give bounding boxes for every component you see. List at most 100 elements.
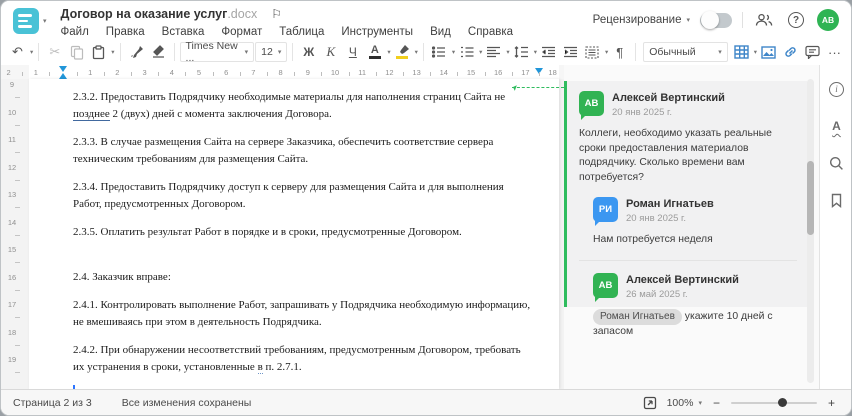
menu-format[interactable]: Формат bbox=[221, 26, 262, 38]
collaboration-users-icon[interactable] bbox=[753, 9, 775, 31]
ruler-number: 12 bbox=[385, 67, 394, 77]
ruler-number: 15 bbox=[466, 67, 476, 77]
undo-button[interactable]: ↶ bbox=[7, 41, 28, 63]
mention-chip[interactable]: Роман Игнатьев bbox=[593, 308, 682, 325]
page-indicator[interactable]: Страница 2 из 3 bbox=[13, 397, 92, 409]
show-formatting-marks-button[interactable]: ¶ bbox=[609, 41, 630, 63]
zoom-level-select[interactable]: 100% ▾ bbox=[667, 397, 702, 409]
comment-thread-card[interactable]: АВ Алексей Вертинский 20 янв 2025 г. Кол… bbox=[564, 81, 807, 337]
paragraph-2-3-3[interactable]: 2.3.3. В случае размещения Сайта на серв… bbox=[73, 134, 533, 167]
menu-file[interactable]: Файл bbox=[61, 26, 89, 38]
comment-reply[interactable]: РИ Роман Игнатьев 20 янв 2025 г. Нам пот… bbox=[593, 197, 797, 248]
ruler-tick bbox=[158, 72, 160, 76]
line-spacing-button[interactable] bbox=[511, 41, 532, 63]
first-line-indent-marker[interactable] bbox=[59, 66, 67, 72]
format-painter-button[interactable] bbox=[126, 41, 147, 63]
ruler-number: 15 bbox=[7, 245, 17, 254]
highlight-color-button[interactable] bbox=[392, 41, 413, 63]
paragraph-2-3-4[interactable]: 2.3.4. Предоставить Подрядчику доступ к … bbox=[73, 179, 533, 212]
menu-help[interactable]: Справка bbox=[468, 26, 513, 38]
document-extension: .docx bbox=[227, 7, 258, 21]
font-size-select[interactable]: 12 ▾ bbox=[255, 42, 288, 62]
cut-button[interactable]: ✂ bbox=[44, 41, 65, 63]
menu-view[interactable]: Вид bbox=[430, 26, 451, 38]
underline-button[interactable]: Ч bbox=[342, 41, 363, 63]
insert-image-button[interactable] bbox=[758, 41, 779, 63]
comments-scrollbar-thumb[interactable] bbox=[807, 161, 814, 235]
menu-table[interactable]: Таблица bbox=[279, 26, 324, 38]
paragraph-2-3-2[interactable]: 2.3.2. Предоставить Подрядчику необходим… bbox=[73, 89, 533, 122]
review-toggle[interactable] bbox=[700, 11, 732, 29]
copy-button[interactable] bbox=[66, 41, 87, 63]
ruler-number: 13 bbox=[412, 67, 421, 77]
zoom-slider-knob[interactable] bbox=[778, 398, 788, 407]
align-button[interactable] bbox=[483, 41, 504, 63]
align-caret-icon[interactable]: ▾ bbox=[506, 48, 509, 56]
ruler-tick bbox=[15, 234, 20, 236]
paragraph-2-4[interactable]: 2.4. Заказчик вправе: bbox=[73, 269, 533, 286]
undo-caret-icon[interactable]: ▾ bbox=[30, 48, 33, 56]
zoom-out-button[interactable]: − bbox=[711, 396, 722, 410]
comment-header: АВ Алексей Вертинский 20 янв 2025 г. bbox=[579, 91, 797, 120]
logo-caret-icon[interactable]: ▾ bbox=[43, 17, 47, 25]
spellcheck-icon[interactable]: А bbox=[825, 114, 849, 138]
insert-table-button[interactable] bbox=[731, 41, 752, 63]
zoom-slider[interactable] bbox=[730, 397, 817, 409]
right-sidebar: i А bbox=[819, 65, 851, 389]
more-tools-button[interactable]: ··· bbox=[824, 41, 845, 63]
insert-table-caret-icon[interactable]: ▾ bbox=[754, 48, 757, 56]
highlight-caret-icon[interactable]: ▾ bbox=[415, 48, 418, 56]
header: ▾ Договор на оказание услуг .docx ⚐ Файл… bbox=[1, 1, 851, 39]
ruler-number: 10 bbox=[7, 107, 17, 117]
comment-text: Коллеги, необходимо указать реальные сро… bbox=[579, 128, 772, 183]
zoom-value: 100% bbox=[666, 396, 694, 409]
user-avatar[interactable]: АВ bbox=[817, 9, 839, 31]
paragraph-style-select[interactable]: Обычный ▾ bbox=[643, 42, 728, 62]
line-spacing-caret-icon[interactable]: ▾ bbox=[534, 48, 537, 56]
increase-indent-button[interactable] bbox=[560, 41, 581, 63]
comment-anchor-text[interactable]: позднее bbox=[73, 107, 110, 121]
numbered-list-caret-icon[interactable]: ▾ bbox=[479, 48, 482, 56]
bullet-list-button[interactable] bbox=[429, 41, 450, 63]
document-page[interactable]: 2.3.2. Предоставить Подрядчику необходим… bbox=[29, 79, 559, 389]
app-logo-icon[interactable] bbox=[13, 8, 39, 34]
menu-tools[interactable]: Инструменты bbox=[341, 26, 413, 38]
ruler-number: 1 bbox=[33, 67, 38, 77]
comment-avatar: АВ bbox=[579, 91, 604, 120]
bullet-list-caret-icon[interactable]: ▾ bbox=[452, 48, 455, 56]
reply-header: РИ Роман Игнатьев 20 янв 2025 г. bbox=[593, 197, 797, 226]
bold-button[interactable]: Ж bbox=[298, 41, 319, 63]
document-info-icon[interactable]: i bbox=[825, 77, 849, 101]
paragraph-spacing-button[interactable] bbox=[582, 41, 603, 63]
paste-caret-icon[interactable]: ▾ bbox=[111, 48, 114, 56]
spell-glyph: А bbox=[832, 119, 841, 133]
menu-edit[interactable]: Правка bbox=[106, 26, 145, 38]
clear-style-button[interactable] bbox=[148, 41, 169, 63]
review-mode-button[interactable]: Рецензирование ▾ bbox=[593, 14, 690, 26]
fit-to-width-button[interactable] bbox=[643, 395, 658, 410]
bookmark-icon[interactable] bbox=[825, 188, 849, 212]
font-name-select[interactable]: Times New ... ▾ bbox=[179, 40, 255, 64]
font-color-caret-icon[interactable]: ▾ bbox=[387, 48, 390, 56]
menu-bar: Файл Правка Вставка Формат Таблица Инстр… bbox=[61, 24, 514, 40]
paragraph-2-3-5[interactable]: 2.3.5. Оплатить результат Работ в порядк… bbox=[73, 224, 533, 241]
italic-button[interactable]: К bbox=[320, 41, 341, 63]
help-icon[interactable]: ? bbox=[785, 9, 807, 31]
search-icon[interactable] bbox=[825, 151, 849, 175]
paste-button[interactable] bbox=[88, 41, 109, 63]
zoom-in-button[interactable]: + bbox=[826, 396, 837, 410]
font-color-button[interactable]: А bbox=[364, 41, 385, 63]
vertical-ruler[interactable]: 9 10 11 12 13 14 15 16 17 18 19 bbox=[1, 79, 27, 389]
comment-reply[interactable]: АВ Алексей Вертинский 26 май 2025 г. Ром… bbox=[579, 259, 797, 340]
decrease-indent-button[interactable] bbox=[538, 41, 559, 63]
menu-insert[interactable]: Вставка bbox=[162, 26, 205, 38]
paragraph-2-4-2[interactable]: 2.4.2. При обнаружении несоответствий тр… bbox=[73, 342, 533, 375]
paragraph-2-4-1[interactable]: 2.4.1. Контролировать выполнение Работ, … bbox=[73, 297, 533, 330]
insert-comment-button[interactable] bbox=[802, 41, 823, 63]
numbered-list-button[interactable] bbox=[456, 41, 477, 63]
document-content[interactable]: 2.3.2. Предоставить Подрядчику необходим… bbox=[73, 89, 533, 389]
paragraph-spacing-caret-icon[interactable]: ▾ bbox=[605, 48, 608, 56]
horizontal-ruler[interactable]: 2 1 1 2 3 4 5 6 7 8 9 10 11 12 13 14 15 16 17 18 bbox=[1, 65, 564, 79]
favorite-flag-icon[interactable]: ⚐ bbox=[271, 8, 282, 20]
insert-link-button[interactable] bbox=[780, 41, 801, 63]
